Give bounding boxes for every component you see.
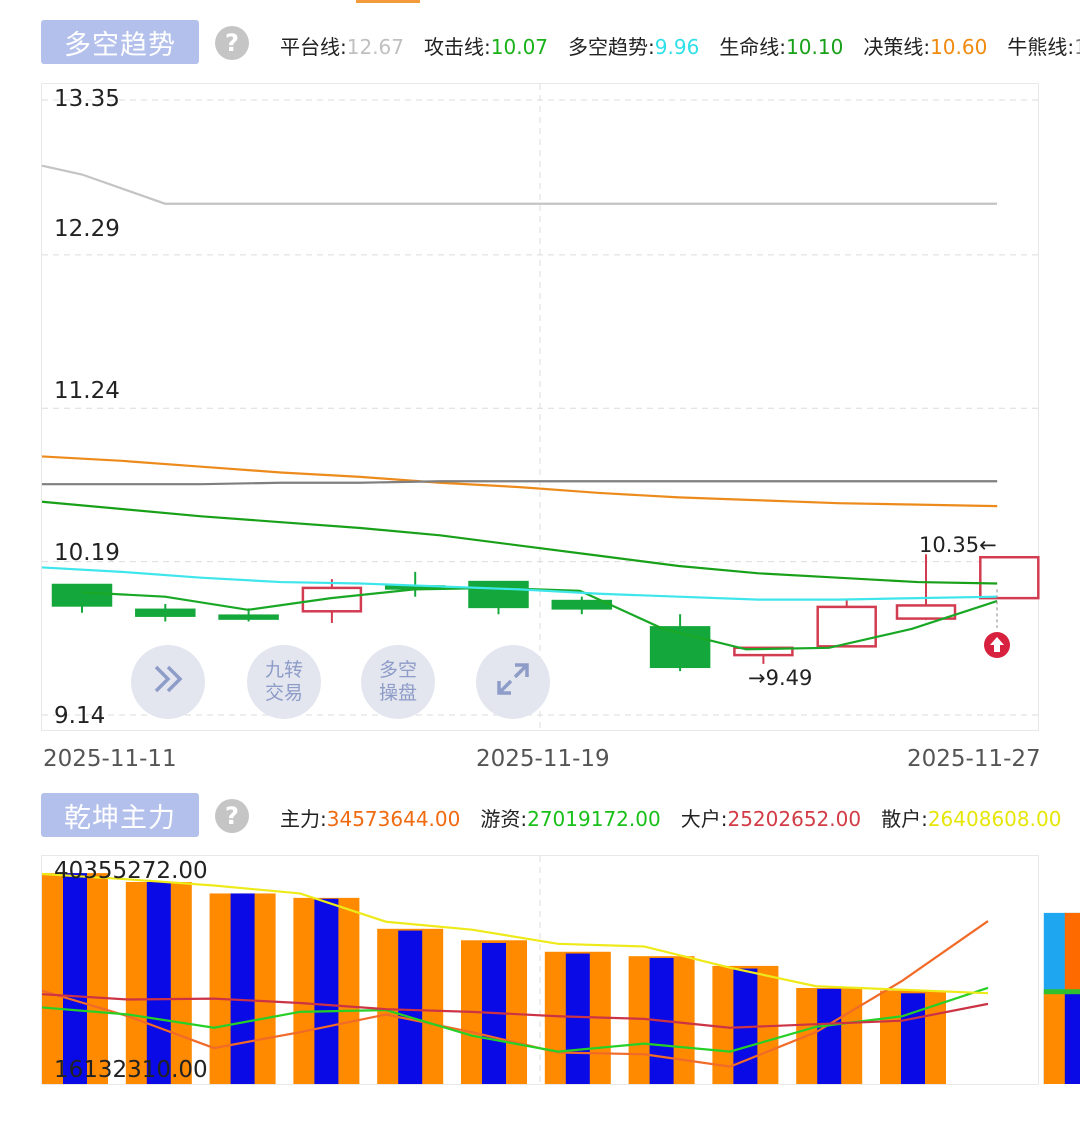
capital-legend-label: 主力: bbox=[280, 807, 327, 831]
capital-bar-blue bbox=[1064, 993, 1080, 1084]
expand-arrows-icon bbox=[493, 659, 533, 705]
jiuzhuan-button-label: 九转 bbox=[264, 659, 303, 681]
duokong-button-label: 多空 bbox=[378, 659, 417, 681]
x-axis-label: 2025-11-19 bbox=[476, 746, 610, 772]
trend-y-label: 10.19 bbox=[54, 540, 120, 566]
capital-legend-value: 26408608.00 bbox=[927, 807, 1062, 831]
capital-legend-item: 主力:34573644.00 bbox=[280, 803, 460, 832]
capital-legend-label: 游资: bbox=[480, 807, 528, 831]
trend-y-label: 13.35 bbox=[54, 86, 120, 112]
capital-y-label-min: 16132310.00 bbox=[54, 1057, 208, 1083]
fullscreen-button[interactable] bbox=[476, 645, 550, 719]
duokong-button[interactable]: 多空 操盘 bbox=[361, 645, 435, 719]
capital-y-label-max: 40355272.00 bbox=[54, 858, 208, 884]
capital-legend-item: 游资:27019172.00 bbox=[480, 803, 660, 832]
expand-panel-button[interactable] bbox=[131, 645, 205, 719]
up-arrow-icon bbox=[984, 632, 1010, 658]
jiuzhuan-button[interactable]: 九转 交易 bbox=[247, 645, 321, 719]
capital-indicator-tag[interactable]: 乾坤主力 bbox=[41, 793, 199, 837]
capital-legend-label: 散户: bbox=[881, 807, 928, 831]
capital-legend-value: 34573644.00 bbox=[326, 807, 461, 831]
duokong-button-label: 操盘 bbox=[378, 682, 417, 704]
trend-y-label: 12.29 bbox=[54, 216, 120, 242]
trend-y-label: 9.14 bbox=[54, 703, 106, 729]
candle-body bbox=[135, 608, 196, 617]
double-chevron-right-icon bbox=[148, 659, 188, 705]
trend-series-line bbox=[41, 164, 997, 205]
jiuzhuan-button-label: 交易 bbox=[264, 682, 303, 704]
capital-legend-value: 25202652.00 bbox=[727, 807, 862, 831]
trend-series-line bbox=[41, 500, 998, 585]
low-price-annotation: →9.49 bbox=[748, 666, 813, 690]
high-price-annotation: 10.35← bbox=[919, 533, 997, 557]
candle-body bbox=[51, 583, 113, 607]
capital-legend-item: 散户:26408608.00 bbox=[881, 803, 1061, 832]
capital-legend-label: 大户: bbox=[680, 807, 728, 831]
capital-bar-overlay bbox=[1064, 912, 1080, 994]
trend-series-line bbox=[42, 480, 998, 486]
capital-bar-cap bbox=[1043, 989, 1080, 995]
candle-body bbox=[816, 605, 877, 648]
capital-legend-item: 大户:25202652.00 bbox=[681, 803, 861, 832]
trend-y-label: 11.24 bbox=[54, 378, 120, 404]
x-axis-label: 2025-11-27 bbox=[907, 746, 1041, 772]
capital-legend-value: 27019172.00 bbox=[527, 807, 661, 831]
candle-body bbox=[218, 614, 279, 620]
candle-body bbox=[301, 586, 363, 613]
capital-chart-panel bbox=[41, 855, 1039, 1085]
capital-legend: 主力:34573644.00 游资:27019172.00 大户:25202652.… bbox=[280, 803, 1080, 832]
x-axis-label: 2025-11-11 bbox=[43, 746, 177, 772]
capital-help-icon[interactable]: ? bbox=[215, 799, 249, 833]
candle-body bbox=[468, 580, 529, 609]
candle-body bbox=[979, 555, 1040, 600]
